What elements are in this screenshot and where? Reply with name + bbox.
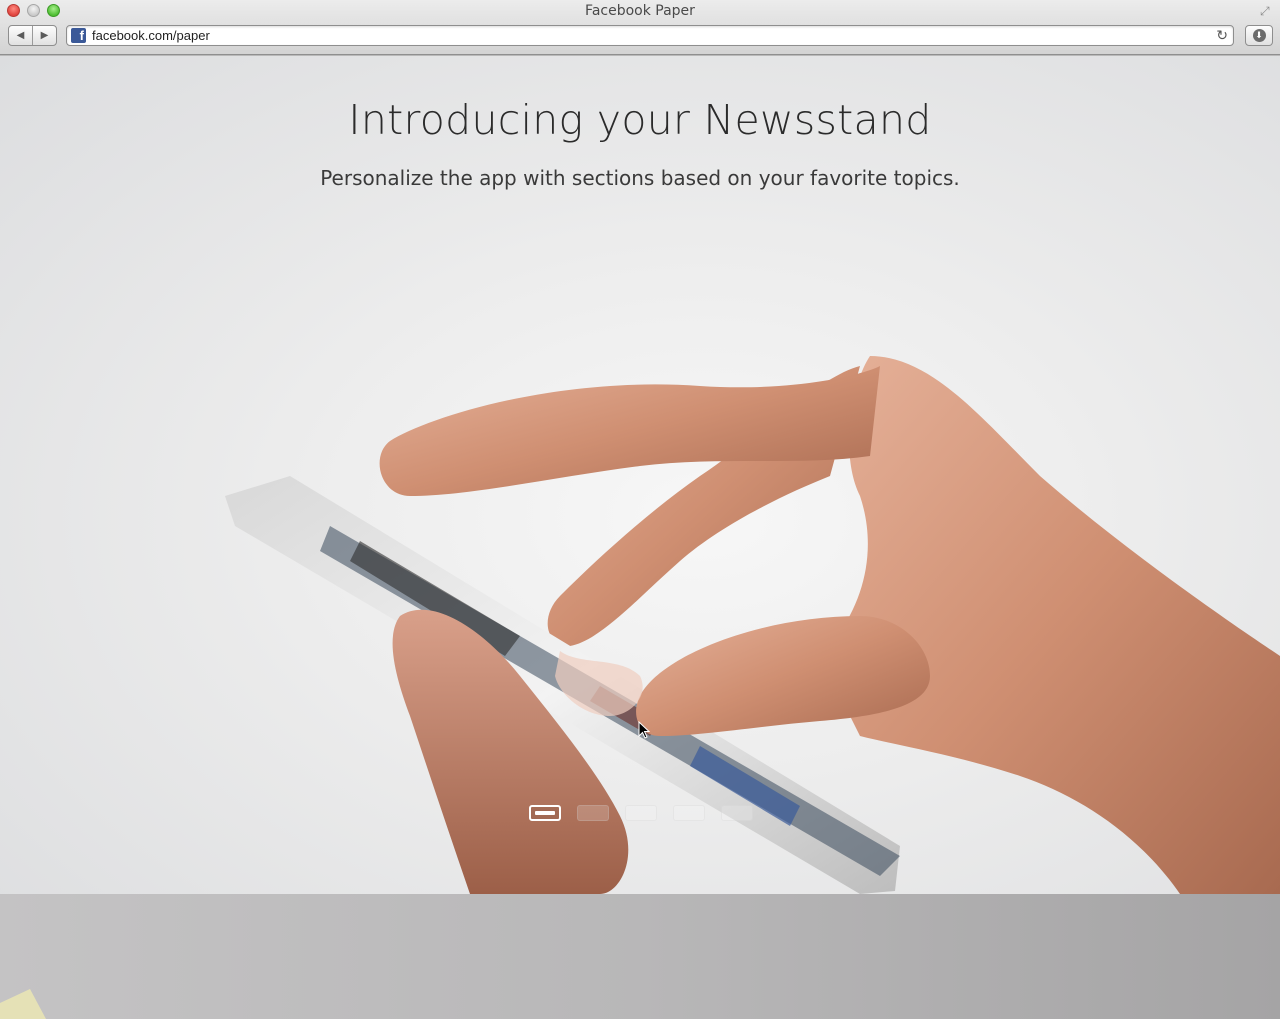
hero-title: Introducing your Newsstand xyxy=(348,96,932,144)
hero-section: Introducing your Newsstand Personalize t… xyxy=(0,56,1280,894)
url-text[interactable]: facebook.com/paper xyxy=(92,28,210,43)
carousel-dot-4[interactable] xyxy=(673,805,705,821)
carousel-dot-3[interactable] xyxy=(625,805,657,821)
carousel-dot-1[interactable] xyxy=(529,805,561,821)
carousel-indicators xyxy=(529,805,753,821)
hero-subtitle: Personalize the app with sections based … xyxy=(320,166,960,190)
mouse-cursor-icon xyxy=(638,721,650,739)
back-arrow-icon: ◀ xyxy=(16,30,25,41)
lower-section xyxy=(0,894,1280,1019)
back-button[interactable]: ◀ xyxy=(9,26,33,45)
forward-button[interactable]: ▶ xyxy=(33,26,56,45)
window-title: Facebook Paper xyxy=(585,3,695,19)
fullscreen-icon[interactable]: ⤢ xyxy=(1260,4,1274,18)
carousel-dot-2[interactable] xyxy=(577,805,609,821)
reload-icon[interactable]: ↻ xyxy=(1216,27,1228,44)
download-icon: ⬇ xyxy=(1252,29,1266,42)
forward-arrow-icon: ▶ xyxy=(40,30,49,41)
navigation-buttons: ◀ ▶ xyxy=(8,25,57,46)
paper-corner-image xyxy=(0,989,46,1019)
browser-window-chrome: Facebook Paper ⤢ ◀ ▶ f facebook.com/pape… xyxy=(0,0,1280,55)
address-bar[interactable]: f facebook.com/paper ↻ xyxy=(66,25,1234,46)
facebook-icon: f xyxy=(71,28,86,43)
carousel-dot-5[interactable] xyxy=(721,805,753,821)
downloads-button[interactable]: ⬇ xyxy=(1245,25,1273,46)
